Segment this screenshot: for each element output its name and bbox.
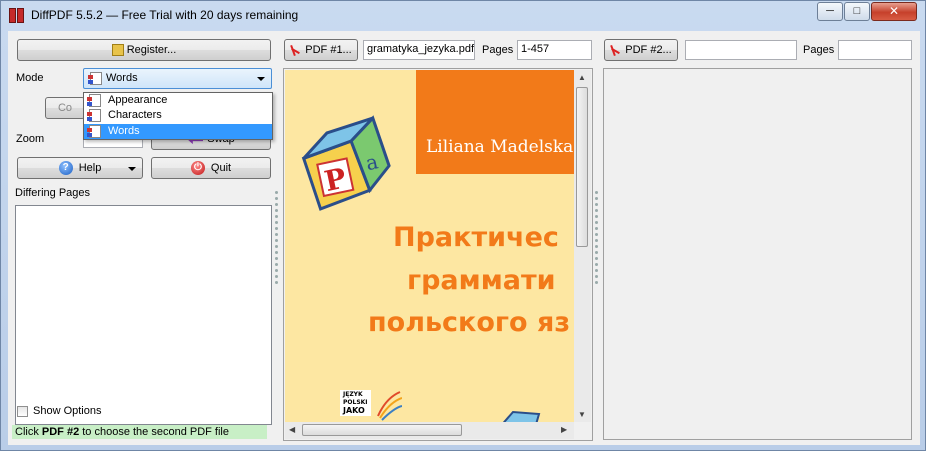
pdf1-vertical-scrollbar[interactable]: ▲ ▼ [574,70,591,422]
pdf-file-icon [610,44,621,57]
pdf1-horizontal-scrollbar[interactable]: ◀ ▶ [285,422,574,439]
maximize-button[interactable]: □ [844,2,870,21]
help-button[interactable]: ? Help [17,157,143,179]
title-bar[interactable]: DiffPDF 5.5.2 — Free Trial with 20 days … [1,1,925,29]
mode-select[interactable]: Words [83,68,272,89]
mode-option-label: Appearance [108,94,168,106]
quit-label: Quit [210,162,232,174]
compare-mode-icon [88,72,102,85]
pdf1-page-view[interactable]: Liliana Madelska P a Практичес граммати [283,68,593,441]
differing-pages-label: Differing Pages [15,187,91,199]
pdf1-pages-value: 1-457 [521,43,550,55]
maximize-icon: □ [853,5,861,17]
cover-title-line-2: граммати [407,265,556,296]
pdf2-pages-label: Pages [803,44,835,56]
zoom-label: Zoom [16,133,45,145]
scroll-up-icon[interactable]: ▲ [578,73,586,82]
pdf1-pages-field[interactable]: 1-457 [517,40,592,60]
register-button[interactable]: Register... [17,39,271,61]
pdf2-button-label: PDF #2... [625,44,672,56]
pdf1-button-label: PDF #1... [305,44,352,56]
help-label: Help [78,162,102,174]
chevron-down-icon [128,167,136,171]
pdf2-open-button[interactable]: PDF #2... [604,39,678,61]
close-icon: ✕ [888,4,900,18]
compare-mode-icon [87,94,101,107]
status-text-suffix: to choose the second PDF file [79,426,229,438]
mode-selected-value: Words [106,72,138,84]
main-area: Register... Mode Words Appearance Charac… [8,31,920,445]
mode-option-characters[interactable]: Characters [84,108,272,123]
power-icon: ⏻ [190,161,205,176]
mode-option-label: Characters [108,109,162,121]
cover-title-line-1: Практичес [393,222,559,253]
pdf-file-icon [290,44,301,57]
status-text-prefix: Click [15,426,42,438]
scroll-down-icon[interactable]: ▼ [578,410,586,419]
pdf2-page-view[interactable] [603,68,912,440]
minimize-button[interactable]: ─ [817,2,843,21]
logo-line-3: JAKO [343,406,365,415]
mode-option-appearance[interactable]: Appearance [84,93,272,108]
mode-dropdown-list: Appearance Characters Words [83,92,273,140]
pdf1-open-button[interactable]: PDF #1... [284,39,358,61]
letter-block-bottom-image [502,410,541,422]
compare-mode-icon [87,109,101,122]
letter-blocks-image: P a [301,115,391,211]
pdf1-pages-label: Pages [482,44,514,56]
logo-line-1: JĘZYK [343,391,363,398]
mode-option-label: Words [108,125,140,137]
compare-button[interactable]: Co [45,97,85,119]
help-icon: ? [58,161,73,176]
compare-mode-icon [87,125,101,138]
register-key-icon [111,44,124,57]
cover-author: Liliana Madelska [426,137,574,157]
close-button[interactable]: ✕ [871,2,917,21]
pdf2-pages-field[interactable] [838,40,912,60]
cover-orange-band: Liliana Madelska [416,70,574,174]
compare-label: Co [57,102,73,114]
show-options-checkbox[interactable] [17,406,28,417]
publisher-logo: JĘZYK POLSKI JAKO [340,390,402,422]
app-window: DiffPDF 5.5.2 — Free Trial with 20 days … [0,0,926,451]
status-bar: Click PDF #2 to choose the second PDF fi… [12,425,267,439]
show-options-label[interactable]: Show Options [33,405,101,417]
scroll-left-icon[interactable]: ◀ [289,425,295,434]
chevron-down-icon [257,77,265,81]
status-text-bold: PDF #2 [41,426,80,438]
differing-pages-list[interactable] [15,205,272,425]
pdf1-page-render: Liliana Madelska P a Практичес граммати [285,70,574,422]
pdf1-horizontal-scroll-thumb[interactable] [302,424,462,436]
pdf2-filename-field[interactable] [685,40,797,60]
diffpdf-app-icon [9,8,25,24]
cover-title-line-3: польского яз [368,307,571,338]
window-title: DiffPDF 5.5.2 — Free Trial with 20 days … [31,8,299,22]
pdf1-filename-field[interactable]: gramatyka_jezyka.pdf [363,40,475,60]
pdf1-filename: gramatyka_jezyka.pdf [367,43,474,55]
minimize-icon: ─ [826,5,834,17]
splitter-handle-right[interactable] [595,191,598,287]
splitter-handle-left[interactable] [275,191,278,287]
logo-text: JĘZYK POLSKI JAKO [340,390,371,416]
register-label: Register... [126,44,177,56]
pdf1-vertical-scroll-thumb[interactable] [576,87,588,247]
scroll-right-icon[interactable]: ▶ [561,425,567,434]
mode-label: Mode [16,72,44,84]
quit-button[interactable]: ⏻ Quit [151,157,271,179]
mode-option-words[interactable]: Words [84,124,272,139]
